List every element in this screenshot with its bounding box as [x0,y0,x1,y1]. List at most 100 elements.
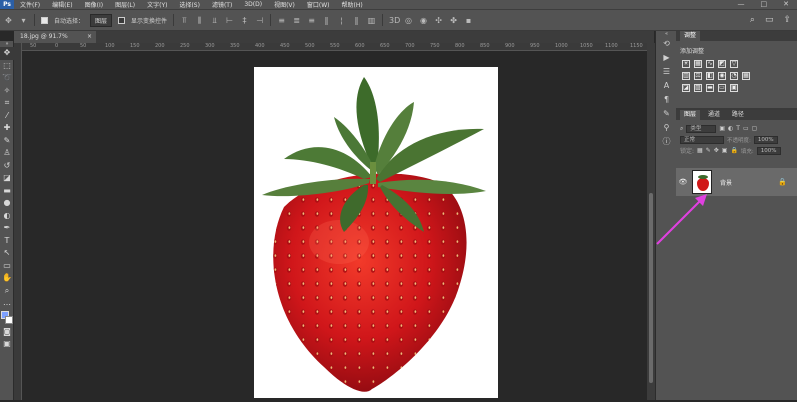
curves-icon[interactable]: ∿ [706,60,714,68]
hue-saturation-icon[interactable]: ▥ [682,72,690,80]
workspace-icon[interactable]: ▭ [765,15,774,25]
rectangle-icon[interactable]: ▭ [0,260,14,273]
exposure-icon[interactable]: ◩ [718,60,726,68]
brightness-icon[interactable]: ☀ [682,60,690,68]
align-top-icon[interactable]: ⫪ [180,16,189,25]
posterize-icon[interactable]: ▨ [694,84,702,92]
actions-icon[interactable]: ▶ [656,51,677,65]
distribute-vcenter-icon[interactable]: ≣ [292,16,301,25]
history-brush-icon[interactable]: ↺ [0,160,14,173]
filter-pixel-icon[interactable]: ▣ [719,125,725,132]
vibrance-icon[interactable]: ▽ [730,60,738,68]
quick-mask-icon[interactable]: ◙ [0,326,14,339]
close-tab-icon[interactable]: × [87,31,92,43]
align-vcenter-icon[interactable]: ⫼ [195,16,204,25]
selective-color-icon[interactable]: ▣ [730,84,738,92]
stamp-icon[interactable]: ♙ [0,147,14,160]
fill-field[interactable]: 100% [757,147,781,155]
menu-help[interactable]: 帮助(H) [336,0,369,9]
invert-icon[interactable]: ◪ [682,84,690,92]
lock-artboard-icon[interactable]: ▣ [722,147,728,154]
eraser-icon[interactable]: ◪ [0,172,14,185]
filter-shape-icon[interactable]: ▭ [743,125,749,132]
distribute-right-icon[interactable]: ‖ [352,16,361,25]
menu-edit[interactable]: 编辑(E) [46,0,78,9]
levels-icon[interactable]: ▦ [694,60,702,68]
tab-paths[interactable]: 路径 [728,110,748,120]
healing-icon[interactable]: ✚ [0,122,14,135]
color-lookup-icon[interactable]: ▦ [742,72,750,80]
layer-filter-dropdown[interactable]: 类型 [686,125,716,133]
layer-name[interactable]: 背景 [720,178,778,187]
brush-icon[interactable]: ✎ [0,135,14,148]
properties-icon[interactable]: ☰ [656,65,677,79]
history-icon[interactable]: ⟲ [656,37,677,51]
3d-drag-icon[interactable]: ✣ [434,16,443,25]
path-select-icon[interactable]: ↖ [0,247,14,260]
brush-settings-icon[interactable]: ✎ [656,107,677,121]
maximize-icon[interactable]: □ [761,0,768,9]
color-swatches[interactable] [0,310,14,326]
menu-file[interactable]: 文件(F) [14,0,46,9]
menu-3d[interactable]: 3D(D) [238,1,268,8]
auto-select-checkbox[interactable] [41,17,48,24]
document-canvas[interactable] [254,67,498,398]
info-icon[interactable]: ⓘ [656,135,677,149]
lock-move-icon[interactable]: ✥ [714,147,719,154]
close-icon[interactable]: ✕ [783,0,789,9]
hand-icon[interactable]: ✋ [0,272,14,285]
black-white-icon[interactable]: ◧ [706,72,714,80]
canvas-scrollbar[interactable] [647,43,655,400]
lock-pixels-icon[interactable]: ▦ [697,147,703,154]
share-icon[interactable]: ⇪ [783,15,791,25]
dodge-icon[interactable]: ◐ [0,210,14,223]
auto-select-dropdown[interactable]: 图层 [90,14,112,27]
color-balance-icon[interactable]: ⚖ [694,72,702,80]
show-transform-checkbox[interactable] [118,17,125,24]
screen-mode-icon[interactable]: ▣ [0,338,14,351]
tab-layers[interactable]: 图层 [680,110,700,120]
crop-icon[interactable]: ⌗ [0,97,14,110]
zoom-icon[interactable]: ⌕ [0,285,14,298]
minimize-icon[interactable]: — [738,0,745,9]
threshold-icon[interactable]: ▬ [706,84,714,92]
align-hcenter-icon[interactable]: ‡ [240,16,249,25]
type-icon[interactable]: T [0,235,14,248]
gradient-map-icon[interactable]: ▭ [718,84,726,92]
distribute-top-icon[interactable]: ≡ [277,16,286,25]
filter-type-icon[interactable]: T [736,125,740,132]
menu-select[interactable]: 选择(S) [173,0,206,9]
filter-adjust-icon[interactable]: ◐ [728,125,733,132]
move-icon[interactable]: ✥ [0,47,14,60]
opacity-field[interactable]: 100% [754,136,778,144]
tab-adjustments[interactable]: 调整 [680,31,700,41]
3d-orbit-icon[interactable]: ◎ [404,16,413,25]
more-icon[interactable]: … [0,297,14,310]
blend-mode-dropdown[interactable]: 正常 [680,136,724,144]
marquee-icon[interactable]: ⬚ [0,60,14,73]
menu-layer[interactable]: 图层(L) [109,0,141,9]
menu-view[interactable]: 视图(V) [268,0,301,9]
3d-slide-icon[interactable]: ✤ [449,16,458,25]
filter-smart-icon[interactable]: ▢ [752,125,758,132]
auto-align-icon[interactable]: ▥ [367,16,376,25]
lock-paint-icon[interactable]: ✎ [706,147,711,154]
paragraph-icon[interactable]: ¶ [656,93,677,107]
search-icon[interactable]: ⌕ [750,15,755,25]
chevron-down-icon[interactable]: ▾ [19,16,28,25]
character-icon[interactable]: A [656,79,677,93]
lock-all-icon[interactable]: 🔒 [730,147,737,154]
layer-row-background[interactable]: 👁 背景 🔒 [676,168,797,196]
menu-type[interactable]: 文字(Y) [141,0,173,9]
layer-lock-icon[interactable]: 🔒 [778,178,787,186]
clone-source-icon[interactable]: ⚲ [656,121,677,135]
menu-image[interactable]: 图像(I) [79,0,109,9]
align-left-icon[interactable]: ⊢ [225,16,234,25]
align-right-icon[interactable]: ⊣ [255,16,264,25]
gradient-icon[interactable]: ▬ [0,185,14,198]
tab-channels[interactable]: 通道 [704,110,724,120]
3d-roll-icon[interactable]: ◉ [419,16,428,25]
magic-wand-icon[interactable]: ✧ [0,85,14,98]
visibility-eye-icon[interactable]: 👁 [676,178,690,186]
align-bottom-icon[interactable]: ⫫ [210,16,219,25]
